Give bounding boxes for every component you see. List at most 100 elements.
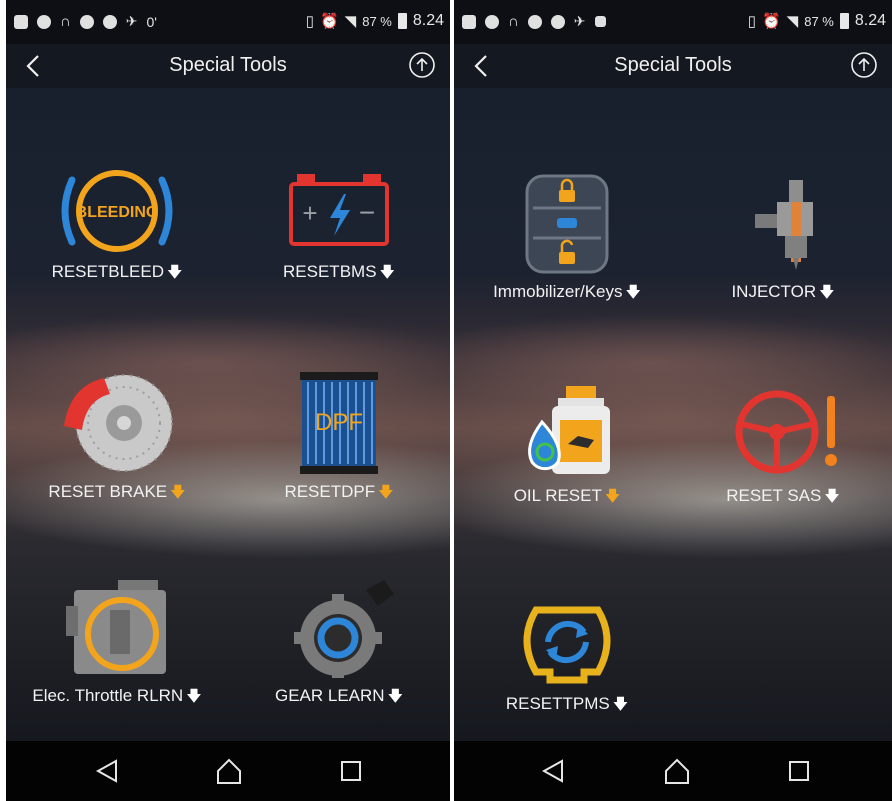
tool-gear-learn[interactable]: GEAR LEARN 🡇 — [234, 576, 444, 711]
notification-icons: ∩ ✈ — [462, 13, 606, 30]
page-title: Special Tools — [169, 54, 287, 76]
svg-text:−: − — [359, 197, 375, 228]
upload-button[interactable] — [408, 51, 436, 79]
clock: 8.24 — [854, 12, 886, 29]
triangle-back-icon — [95, 759, 117, 783]
tool-label: INJECTOR — [731, 282, 817, 301]
svg-text:+: + — [302, 198, 317, 228]
nav-back-button[interactable] — [538, 756, 568, 786]
tool-label: OIL RESET — [513, 486, 602, 505]
download-arrow-icon: 🡇 — [612, 696, 629, 713]
system-status: ▯ ⏰ ◥ 87 % 8.24 — [748, 12, 886, 30]
title-bar: Special Tools — [6, 44, 450, 88]
download-arrow-icon: 🡇 — [186, 688, 202, 705]
left-screen: ∩ ✈ 0' ▯ ⏰ ◥ 87 % 8.24 Special Tools BLE… — [6, 0, 450, 801]
tool-immobilizer-keys[interactable]: Immobilizer/Keys 🡇 — [462, 172, 672, 307]
download-arrow-icon: 🡇 — [378, 484, 394, 501]
tool-resetbms[interactable]: + − RESETBMS 🡇 — [234, 166, 444, 287]
status-misc-text: 0' — [146, 13, 157, 30]
nav-home-button[interactable] — [214, 756, 244, 786]
app-icon — [550, 14, 565, 29]
tool-elec-throttle-rlrn[interactable]: Elec. Throttle RLRN 🡇 — [12, 576, 222, 711]
navigation-bar — [6, 741, 450, 801]
tool-resettpms[interactable]: RESETTPMS 🡇 — [462, 596, 672, 719]
tool-injector[interactable]: INJECTOR 🡇 — [678, 172, 888, 307]
right-screen: ∩ ✈ ▯ ⏰ ◥ 87 % 8.24 Special Tools Immobi… — [454, 0, 892, 801]
tool-label: GEAR LEARN — [274, 686, 385, 705]
tool-reset-sas[interactable]: RESET SAS 🡇 — [678, 384, 888, 511]
tool-label: RESET BRAKE — [48, 482, 168, 501]
upload-button[interactable] — [850, 51, 878, 79]
download-arrow-icon: 🡇 — [170, 484, 186, 501]
nav-recents-button[interactable] — [336, 756, 366, 786]
download-arrow-icon: 🡇 — [604, 488, 621, 505]
bleeding-icon-text: BLEEDING — [76, 204, 159, 221]
tool-label: Immobilizer/Keys — [493, 282, 623, 301]
download-arrow-icon: 🡇 — [824, 488, 840, 505]
tool-label: Elec. Throttle RLRN — [32, 686, 184, 705]
headset-icon: ∩ — [60, 13, 71, 30]
tool-resetbleed[interactable]: BLEEDING RESETBLEED 🡇 — [12, 166, 222, 287]
download-arrow-icon: 🡇 — [387, 688, 403, 705]
battery-icon: + − — [289, 174, 389, 246]
headset-icon: ∩ — [508, 13, 519, 30]
image-icon — [594, 16, 606, 27]
app-icon — [102, 14, 117, 29]
oil-bottle-icon — [528, 386, 610, 474]
tool-label: RESETBMS — [283, 262, 377, 281]
immobilizer-key-fob-icon — [525, 174, 609, 274]
tool-label: RESETBLEED — [51, 262, 164, 281]
square-recents-icon — [789, 761, 809, 781]
wifi-icon: ◥ — [344, 13, 357, 30]
tpms-tire-icon — [523, 606, 611, 684]
status-bar: ∩ ✈ ▯ ⏰ ◥ 87 % 8.24 — [454, 0, 892, 44]
airplane-icon: ✈ — [125, 13, 138, 29]
tool-label: RESETDPF — [284, 482, 376, 501]
notification-icons: ∩ ✈ 0' — [14, 13, 157, 30]
wifi-icon: ◥ — [786, 13, 799, 30]
circle-up-arrow-icon — [409, 52, 435, 78]
battery-icon — [397, 13, 407, 29]
home-outline-icon — [665, 758, 689, 784]
square-recents-icon — [341, 761, 361, 781]
app-icon — [79, 14, 94, 29]
bleeding-icon: BLEEDING — [61, 170, 173, 252]
page-title: Special Tools — [614, 54, 732, 76]
airplane-icon: ✈ — [573, 13, 586, 29]
tool-resetdpf[interactable]: DPF RESETDPF 🡇 — [234, 370, 444, 507]
steering-wheel-icon — [735, 390, 837, 474]
tool-label: RESETTPMS — [505, 694, 610, 713]
title-bar: Special Tools — [454, 44, 892, 88]
download-arrow-icon: 🡇 — [625, 284, 641, 301]
dpf-filter-icon: DPF — [300, 372, 378, 474]
battery-icon — [839, 13, 849, 29]
tool-oil-reset[interactable]: OIL RESET 🡇 — [462, 384, 672, 511]
app-icon — [37, 14, 51, 29]
download-arrow-icon: 🡇 — [819, 284, 835, 301]
clock: 8.24 — [412, 12, 444, 29]
injector-icon — [755, 180, 813, 270]
triangle-back-icon — [541, 759, 563, 783]
dpf-icon-text: DPF — [315, 409, 363, 436]
message-icon — [14, 14, 28, 29]
navigation-bar — [454, 741, 892, 801]
alarm-icon: ⏰ — [319, 13, 339, 30]
circle-up-arrow-icon — [851, 52, 877, 78]
tool-reset-brake[interactable]: RESET BRAKE 🡇 — [12, 370, 222, 507]
nav-recents-button[interactable] — [784, 756, 814, 786]
system-status: ▯ ⏰ ◥ 87 % 8.24 — [306, 12, 444, 30]
download-arrow-icon: 🡇 — [167, 264, 183, 281]
app-icon — [485, 14, 499, 29]
download-arrow-icon: 🡇 — [379, 264, 395, 281]
battery-percent: 87 % — [804, 13, 834, 29]
tool-label: RESET SAS — [726, 486, 822, 505]
alarm-icon: ⏰ — [761, 13, 781, 30]
nav-home-button[interactable] — [662, 756, 692, 786]
home-outline-icon — [217, 758, 241, 784]
battery-percent: 87 % — [362, 13, 392, 29]
brake-disc-icon — [64, 374, 173, 472]
status-bar: ∩ ✈ 0' ▯ ⏰ ◥ 87 % 8.24 — [6, 0, 450, 44]
nav-back-button[interactable] — [92, 756, 122, 786]
message-icon — [462, 14, 476, 29]
gear-icon — [294, 580, 394, 678]
